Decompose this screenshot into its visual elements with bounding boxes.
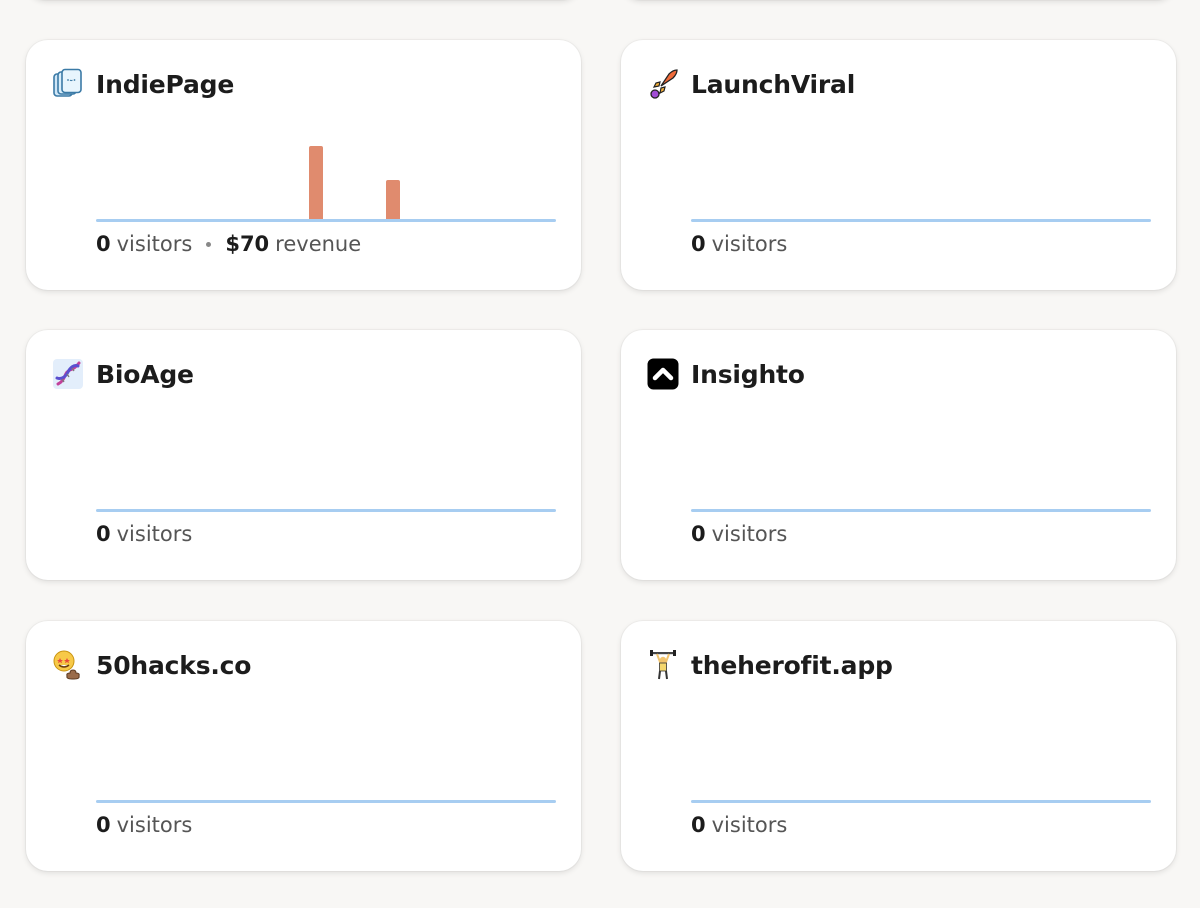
visitors-baseline xyxy=(96,509,556,512)
card-header: LaunchViral xyxy=(647,66,855,102)
revenue-bar xyxy=(386,180,400,219)
visitors-label: visitors xyxy=(116,522,193,546)
chevron-up-square-icon xyxy=(647,358,679,390)
card-header: Insighto xyxy=(647,356,805,392)
card-stats: 0 visitors xyxy=(691,232,787,256)
card-stats: 0 visitors $70 revenue xyxy=(96,232,361,256)
visitors-baseline xyxy=(96,800,556,803)
card-header: 50hacks.co xyxy=(52,647,251,683)
rocket-icon xyxy=(647,68,679,100)
separator-dot xyxy=(206,241,212,247)
activity-chart xyxy=(96,136,556,222)
weightlifter-icon xyxy=(647,649,679,681)
project-title: 50hacks.co xyxy=(96,650,252,680)
visitors-count: 0 xyxy=(96,522,111,546)
visitors-count: 0 xyxy=(691,813,706,837)
pages-stack-icon xyxy=(52,68,84,100)
visitors-baseline xyxy=(691,219,1151,222)
revenue-label: revenue xyxy=(275,232,362,256)
card-stats: 0 visitors xyxy=(96,813,192,837)
revenue-amount: $70 xyxy=(225,232,270,256)
project-title: IndiePage xyxy=(96,69,235,99)
project-title: LaunchViral xyxy=(691,69,856,99)
card-header: theherofit.app xyxy=(647,647,893,683)
activity-chart xyxy=(691,426,1151,512)
card-stats: 0 visitors xyxy=(96,522,192,546)
project-title: theherofit.app xyxy=(691,650,893,680)
card-header: BioAge xyxy=(52,356,194,392)
project-title: BioAge xyxy=(96,359,194,389)
activity-chart xyxy=(96,426,556,512)
visitors-label: visitors xyxy=(711,232,788,256)
project-card-50hacks[interactable]: 50hacks.co 0 visitors xyxy=(26,621,581,871)
visitors-label: visitors xyxy=(116,813,193,837)
revenue-bar xyxy=(309,146,323,219)
card-stats: 0 visitors xyxy=(691,813,787,837)
card-header: IndiePage xyxy=(52,66,234,102)
visitors-label: visitors xyxy=(711,522,788,546)
project-card-bioage[interactable]: BioAge 0 visitors xyxy=(26,330,581,580)
activity-chart xyxy=(691,136,1151,222)
project-card-insighto[interactable]: Insighto 0 visitors xyxy=(621,330,1176,580)
visitors-count: 0 xyxy=(96,232,111,256)
star-struck-poop-icon xyxy=(52,649,84,681)
visitors-label: visitors xyxy=(116,232,193,256)
visitors-label: visitors xyxy=(711,813,788,837)
project-title: Insighto xyxy=(691,359,805,389)
project-card-theherofit[interactable]: theherofit.app 0 visitors xyxy=(621,621,1176,871)
visitors-baseline xyxy=(691,800,1151,803)
activity-chart xyxy=(691,717,1151,803)
visitors-baseline xyxy=(96,219,556,222)
project-card-indiepage[interactable]: IndiePage 0 visitors $70 revenue xyxy=(26,40,581,290)
visitors-count: 0 xyxy=(96,813,111,837)
dna-icon xyxy=(52,358,84,390)
visitors-count: 0 xyxy=(691,232,706,256)
visitors-count: 0 xyxy=(691,522,706,546)
visitors-baseline xyxy=(691,509,1151,512)
card-stats: 0 visitors xyxy=(691,522,787,546)
project-card-launchviral[interactable]: LaunchViral 0 visitors xyxy=(621,40,1176,290)
activity-chart xyxy=(96,717,556,803)
